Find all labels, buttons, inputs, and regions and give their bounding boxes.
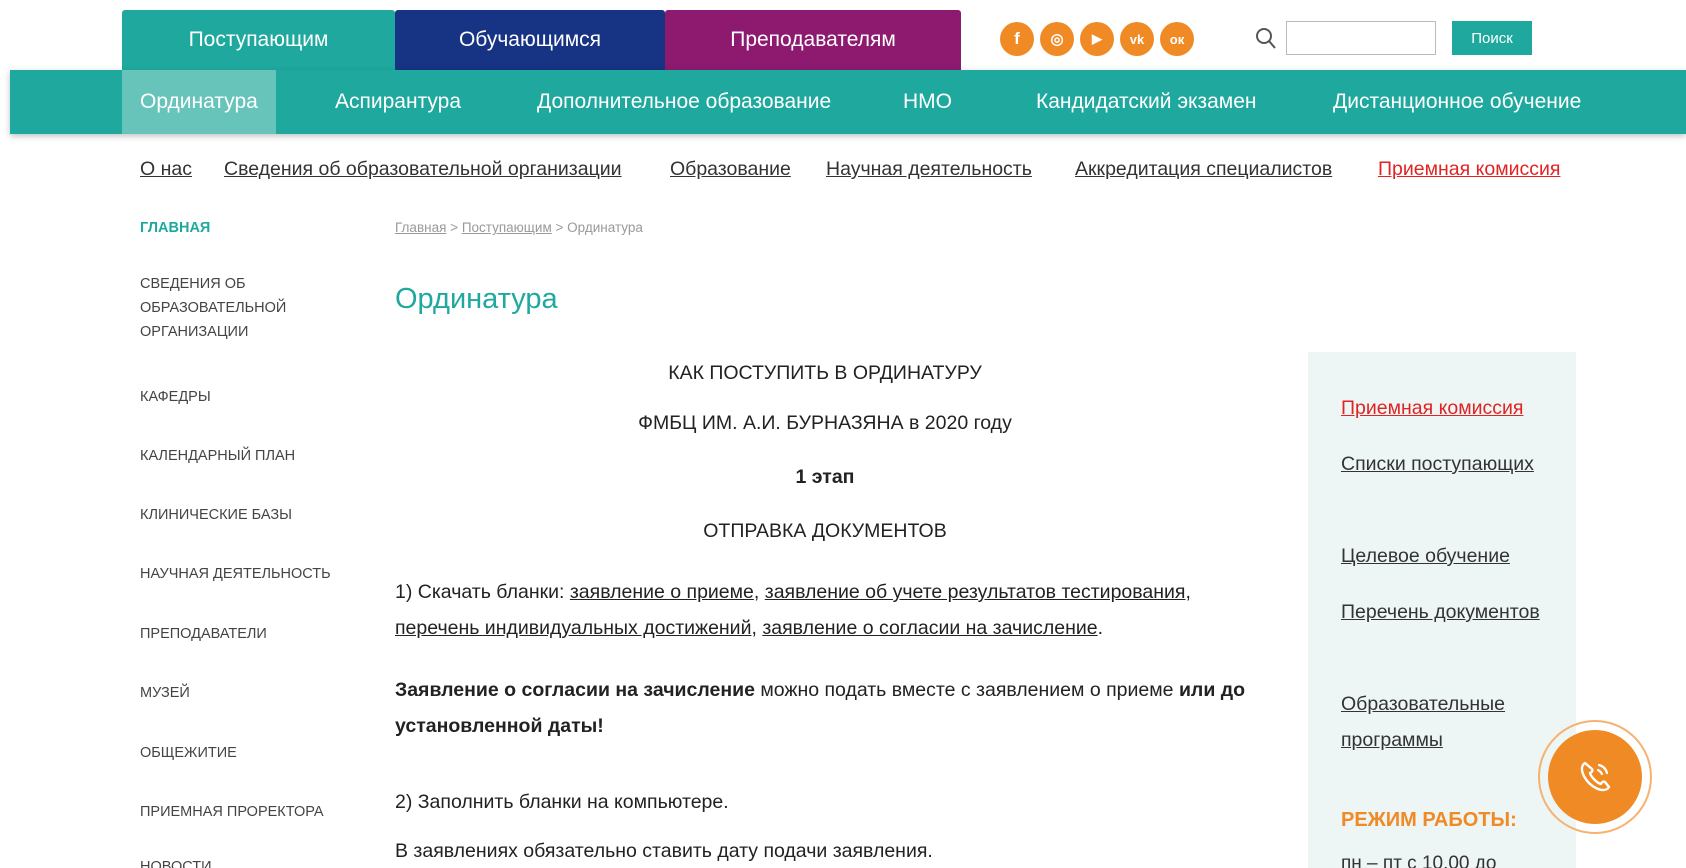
stage-label: 1 этап [795,466,855,488]
working-hours-title: РЕЖИМ РАБОТЫ: [1341,809,1517,831]
note-bold-1: Заявление о согласии на зачисление [395,679,755,701]
link-application-form[interactable]: заявление о приеме [570,581,754,603]
vk-icon[interactable]: vk [1120,22,1154,56]
period: . [1097,617,1103,639]
audience-bar: Поступающим Обучающимся Преподавателям f… [0,0,1686,70]
right-link-document-list[interactable]: Перечень документов [1341,594,1561,630]
article-subheading: ФМБЦ ИМ. А.И. БУРНАЗЯНА в 2020 году [638,412,1012,434]
search-button[interactable]: Поиск [1452,21,1532,55]
sidebar-item-vice-rector[interactable]: Приемная проректора [140,800,350,824]
breadcrumb: Главная > Поступающим > Ординатура [395,220,643,235]
facebook-icon[interactable]: f [1000,22,1034,56]
nav-candidate-exam[interactable]: Кандидатский экзамен [1036,70,1257,134]
sidebar-item-teachers[interactable]: Преподаватели [140,622,350,646]
note-text: можно подать вместе с заявлением о прием… [754,679,1179,701]
nav-additional-education[interactable]: Дополнительное образование [537,70,831,134]
tab-students[interactable]: Обучающимся [395,10,665,70]
nav-residency[interactable]: Ординатура [122,70,276,134]
link-achievements-form[interactable]: перечень индивидуальных достижений [395,617,751,639]
article-heading: КАК ПОСТУПИТЬ В ОРДИНАТУРУ [668,362,982,384]
comma: , [1185,581,1191,603]
breadcrumb-separator: > [555,220,564,235]
working-hours-text: пн – пт с 10.00 до [1341,853,1497,868]
link-consent-form[interactable]: заявление о согласии на зачисление [762,617,1097,639]
link-education[interactable]: Образование [670,158,791,181]
comma: , [753,581,760,603]
breadcrumb-separator: > [450,220,459,235]
link-about[interactable]: О нас [140,158,192,181]
right-link-targeted-training[interactable]: Целевое обучение [1341,538,1561,574]
search-input[interactable] [1286,21,1436,55]
link-accreditation[interactable]: Аккредитация специалистов [1075,158,1332,181]
breadcrumb-applicants[interactable]: Поступающим [462,220,552,235]
step-2-note: В заявлениях обязательно ставить дату по… [395,840,933,862]
tab-applicants[interactable]: Поступающим [122,10,395,70]
sidebar-item-clinical-bases[interactable]: Клинические базы [140,503,350,527]
right-link-applicant-lists[interactable]: Списки поступающих [1341,446,1561,482]
nav-postgraduate[interactable]: Аспирантура [335,70,461,134]
right-link-admission[interactable]: Приемная комиссия [1341,390,1561,426]
link-org-info[interactable]: Сведения об образовательной организации [224,158,622,181]
breadcrumb-current: Ординатура [567,220,643,235]
phone-icon [1580,761,1611,792]
call-button[interactable] [1548,730,1642,824]
step-1-text: 1) Скачать бланки: [395,581,570,603]
page-title: Ординатура [395,283,558,315]
step-2: 2) Заполнить бланки на компьютере. [395,791,729,813]
sidebar-item-home[interactable]: Главная [140,216,350,240]
sidebar-item-science[interactable]: Научная деятельность [140,562,350,586]
sidebar-item-dormitory[interactable]: Общежитие [140,741,350,765]
nav-nmo[interactable]: НМО [903,70,952,134]
link-test-results-form[interactable]: заявление об учете результатов тестирова… [765,581,1186,603]
right-link-programs[interactable]: Образовательные программы [1341,686,1561,758]
sidebar-item-museum[interactable]: Музей [140,681,350,705]
step-1: 1) Скачать бланки: заявление о приеме, з… [395,574,1255,646]
sidebar-item-news[interactable]: Новости [140,855,350,868]
breadcrumb-home[interactable]: Главная [395,220,446,235]
stage-title: ОТПРАВКА ДОКУМЕНТОВ [703,520,947,542]
tab-teachers[interactable]: Преподавателям [665,10,961,70]
main-nav: Ординатура Аспирантура Дополнительное об… [10,70,1686,134]
sidebar-item-org-info[interactable]: Сведения об образовательной организации [140,272,350,344]
search-icon[interactable] [1255,27,1277,51]
instagram-icon[interactable]: ◎ [1040,22,1074,56]
sidebar-item-calendar[interactable]: Календарный план [140,444,350,468]
link-science[interactable]: Научная деятельность [826,158,1032,181]
odnoklassniki-icon[interactable]: ок [1160,22,1194,56]
sidebar-item-departments[interactable]: Кафедры [140,385,350,409]
comma: , [751,617,757,639]
nav-distance-learning[interactable]: Дистанционное обучение [1333,70,1581,134]
youtube-icon[interactable]: ▶ [1080,22,1114,56]
link-admission[interactable]: Приемная комиссия [1378,158,1560,181]
consent-note: Заявление о согласии на зачисление можно… [395,672,1255,744]
